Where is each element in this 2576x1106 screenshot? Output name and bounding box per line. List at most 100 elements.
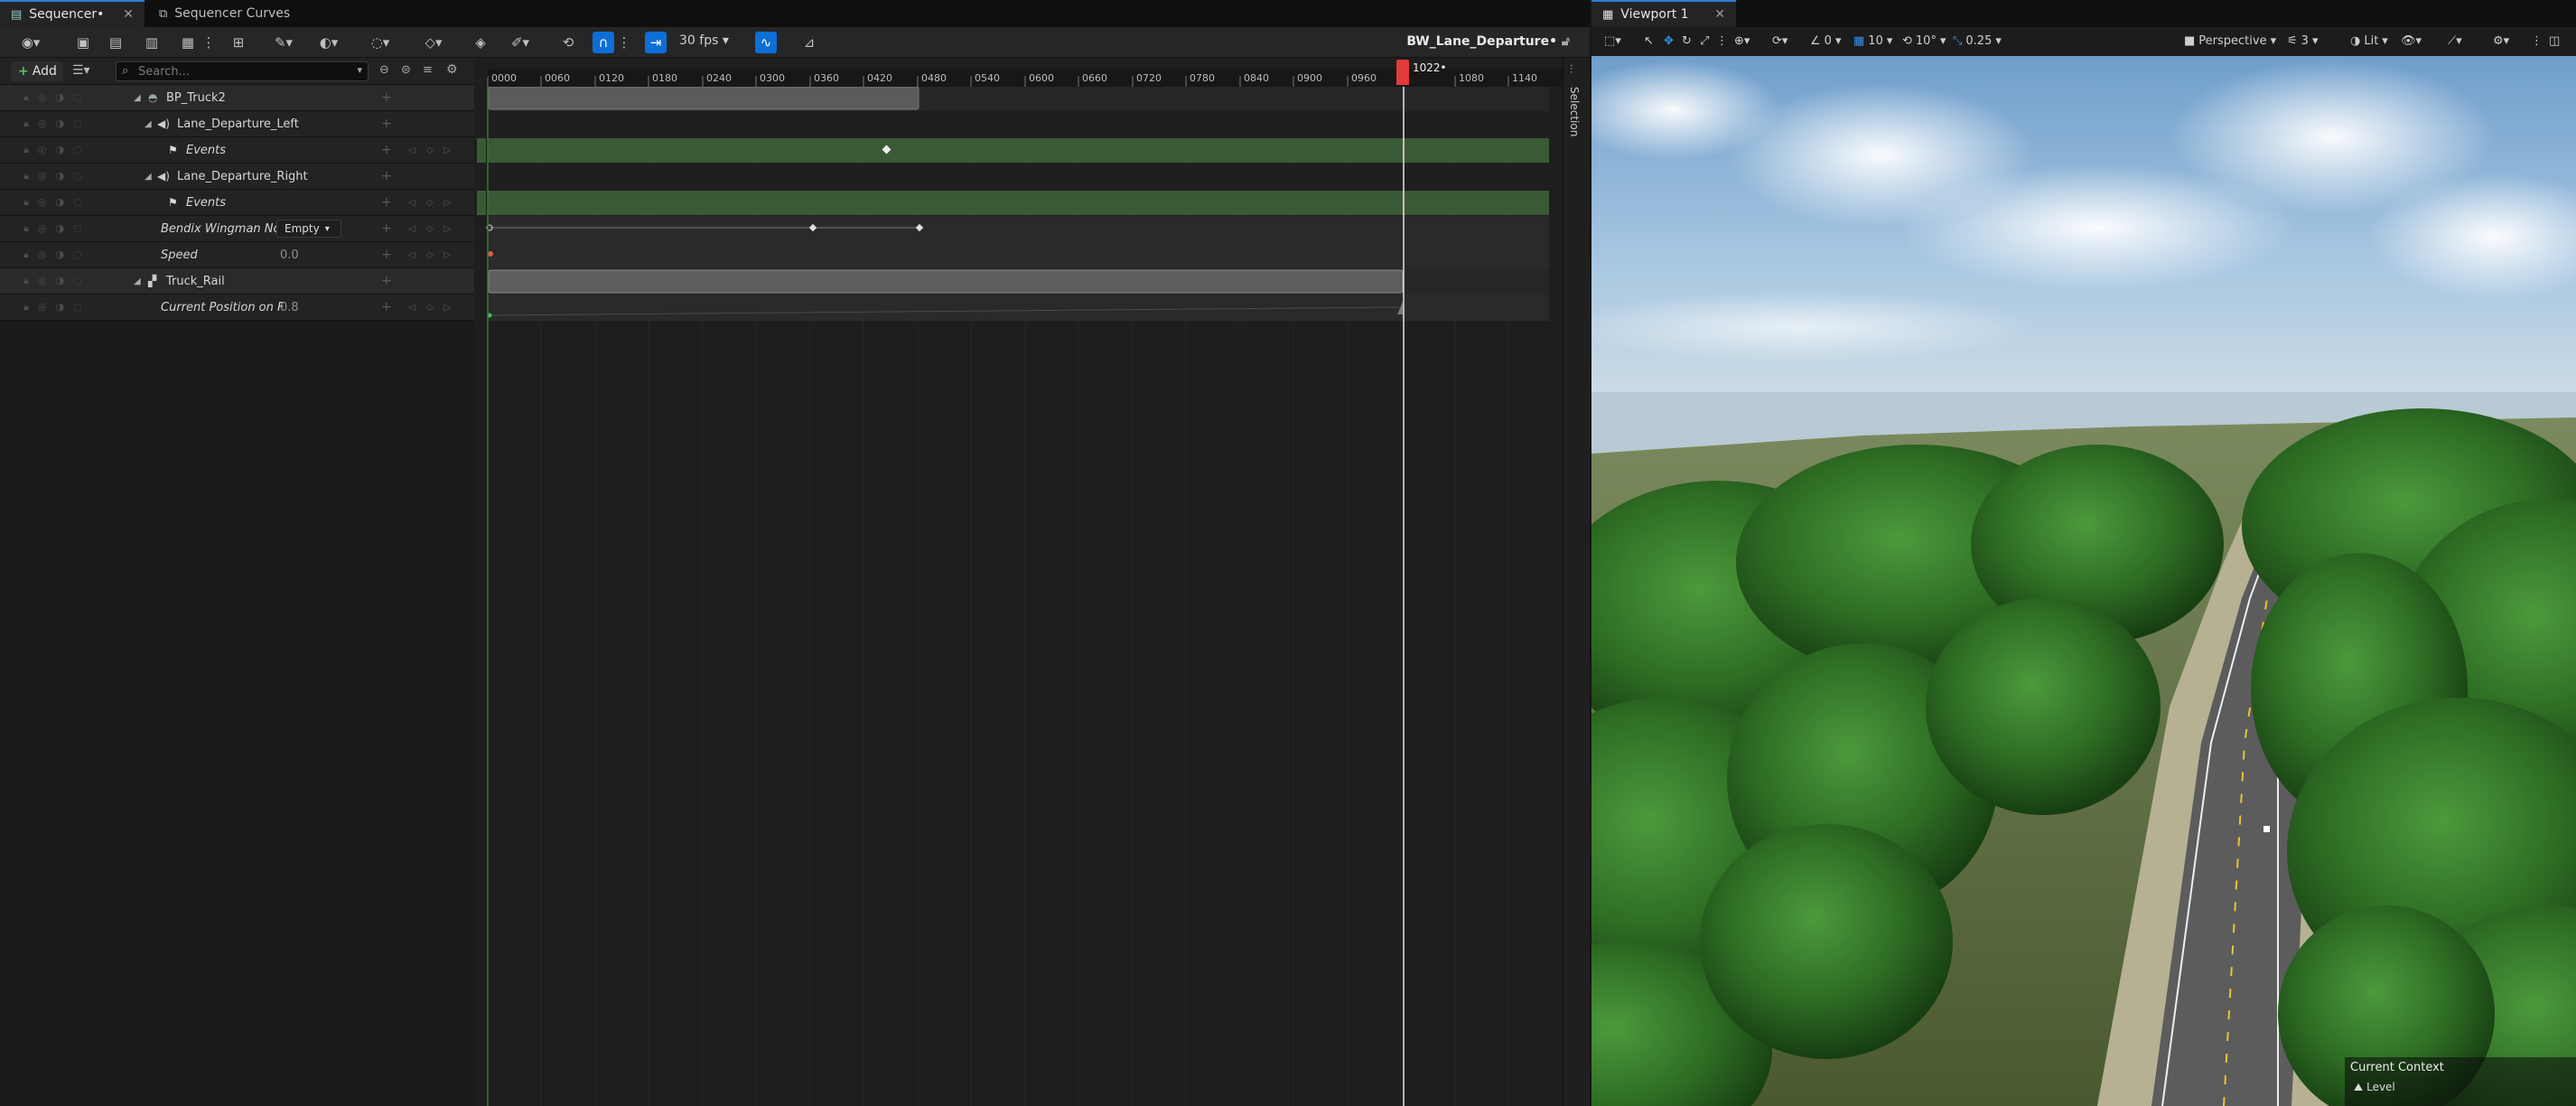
filter-icon[interactable]: ☰▾ bbox=[72, 63, 90, 78]
playhead-handle[interactable] bbox=[1396, 60, 1409, 85]
track-row-bp-truck2[interactable]: 🔒︎ ◎ ◑ ◌ ◢ ◓ BP_Truck2 + bbox=[0, 85, 474, 111]
row-controls[interactable]: 🔒︎ ◎ ◑ ◌ bbox=[23, 170, 82, 183]
sliders-icon[interactable]: ⫶ bbox=[1570, 63, 1573, 77]
key-nav[interactable]: ◁ ◇ ▷ bbox=[408, 145, 451, 155]
split-icon[interactable]: ◫ bbox=[2549, 34, 2560, 48]
key-nav[interactable]: ◁ ◇ ▷ bbox=[408, 198, 451, 208]
playback-icon[interactable]: ◌▾ bbox=[363, 32, 397, 53]
key-nav[interactable]: ◁ ◇ ▷ bbox=[408, 250, 451, 260]
row-controls[interactable]: 🔒︎ ◎ ◑ ◌ bbox=[23, 117, 82, 130]
viewport-scene[interactable] bbox=[1591, 56, 2576, 1106]
dopesheet-icon[interactable]: ⊿ bbox=[798, 32, 820, 53]
layout-icon[interactable]: ⋮ bbox=[2531, 34, 2543, 48]
search-input[interactable]: ⌕ Search... ▾ bbox=[116, 61, 369, 81]
track-row-current-position[interactable]: 🔒︎ ◎ ◑ ◌ Current Position on F 0.8 + ◁ ◇ ▷ bbox=[0, 295, 474, 321]
row-controls[interactable]: 🔒︎ ◎ ◑ ◌ bbox=[23, 301, 82, 314]
row-controls[interactable]: 🔒︎ ◎ ◑ ◌ bbox=[23, 196, 82, 209]
track-row-events-right[interactable]: 🔒︎ ◎ ◑ ◌ ⚑ Events + ◁ ◇ ▷ bbox=[0, 190, 474, 216]
speed-key[interactable] bbox=[488, 251, 493, 257]
add-key-icon[interactable]: + bbox=[381, 221, 392, 236]
rotate-icon[interactable]: ↻ bbox=[1682, 34, 1692, 48]
actions-icon[interactable]: ⊞ bbox=[228, 32, 249, 53]
collapse-arrow-icon[interactable]: ◢ bbox=[145, 172, 152, 182]
lock-icon[interactable]: 🔓︎ bbox=[1562, 34, 1570, 49]
context-level[interactable]: ⛰ Level bbox=[2354, 1081, 2395, 1094]
snap-icon[interactable]: ∩ bbox=[593, 32, 614, 53]
add-track-button[interactable]: + Add bbox=[11, 61, 63, 81]
row-controls[interactable]: 🔒︎ ◎ ◑ ◌ bbox=[23, 222, 82, 235]
settings-gear-icon[interactable]: ⚙▾ bbox=[2493, 34, 2509, 48]
key-icon[interactable]: ◇▾ bbox=[417, 32, 450, 53]
angle-snap[interactable]: ⟲ 10° ▾ bbox=[1902, 34, 1946, 48]
save-icon[interactable]: ▣ bbox=[72, 32, 94, 53]
track-row-lane-departure-left[interactable]: 🔒︎ ◎ ◑ ◌ ◢ ◀) Lane_Departure_Left + bbox=[0, 111, 474, 137]
show-icon[interactable]: 👁︎▾ bbox=[2401, 34, 2422, 48]
position-value[interactable]: 0.8 bbox=[280, 301, 299, 314]
row-controls[interactable]: 🔒︎ ◎ ◑ ◌ bbox=[23, 144, 82, 156]
close-icon[interactable]: ✕ bbox=[1714, 7, 1725, 22]
track-row-truck-rail[interactable]: 🔒︎ ◎ ◑ ◌ ◢ ▞ Truck_Rail + bbox=[0, 268, 474, 295]
view-icon[interactable]: ◐▾ bbox=[313, 32, 345, 53]
sequence-name[interactable]: BW_Lane_Departure• 🔓︎ bbox=[1406, 34, 1570, 49]
event-track-left[interactable] bbox=[488, 138, 1549, 163]
add-subtrack-icon[interactable]: + bbox=[381, 90, 392, 105]
tab-sequencer-curves[interactable]: ⧉ Sequencer Curves bbox=[148, 0, 311, 27]
track-row-bendix-wingman[interactable]: 🔒︎ ◎ ◑ ◌ Bendix Wingman Not Empty ▾ + ◁ ◇ ▷ bbox=[0, 216, 474, 242]
section-bp-truck2[interactable] bbox=[488, 86, 919, 110]
scale-icon[interactable]: ⤢ bbox=[1700, 34, 1709, 48]
section-truck-rail[interactable] bbox=[488, 269, 1404, 294]
auto-key-icon[interactable]: ◈ bbox=[470, 32, 491, 53]
key-nav[interactable]: ◁ ◇ ▷ bbox=[408, 224, 451, 234]
restore-state-icon[interactable]: ⟲ bbox=[556, 32, 580, 53]
performance-icon[interactable]: ⟋▾ bbox=[2448, 34, 2462, 48]
save-as-icon[interactable]: ▤ bbox=[105, 32, 126, 53]
collapse-arrow-icon[interactable]: ◢ bbox=[134, 93, 141, 103]
transform-menu-icon[interactable]: ⬚▾ bbox=[1604, 34, 1621, 48]
camera-speed[interactable]: ⚟ 3 ▾ bbox=[2287, 34, 2318, 48]
track-row-speed[interactable]: 🔒︎ ◎ ◑ ◌ Speed 0.0 + ◁ ◇ ▷ bbox=[0, 242, 474, 268]
perspective-dropdown[interactable]: ■ Perspective ▾ bbox=[2184, 34, 2276, 48]
rotation-snap[interactable]: ∠ 0 ▾ bbox=[1810, 34, 1841, 48]
track-row-events-left[interactable]: 🔒︎ ◎ ◑ ◌ ⚑ Events + ◁ ◇ ▷ bbox=[0, 137, 474, 164]
snap-menu-icon[interactable]: ⋮ bbox=[618, 32, 631, 53]
add-key-icon[interactable]: + bbox=[381, 195, 392, 210]
selection-tab[interactable]: Selection bbox=[1568, 87, 1581, 136]
settings-gear-icon[interactable]: ⚙ bbox=[446, 62, 458, 77]
add-key-icon[interactable]: + bbox=[381, 248, 392, 262]
fps-selector[interactable]: 30 fps ▾ bbox=[679, 33, 729, 48]
list-icon[interactable]: ≡ bbox=[423, 63, 433, 77]
grid-snap[interactable]: ▦ 10 ▾ bbox=[1853, 34, 1892, 48]
event-track-right[interactable] bbox=[488, 191, 1549, 215]
row-controls[interactable]: 🔒︎ ◎ ◑ ◌ bbox=[23, 91, 82, 104]
tab-sequencer[interactable]: ▤ Sequencer• ✕ bbox=[0, 0, 145, 27]
lit-dropdown[interactable]: ◑ Lit ▾ bbox=[2350, 34, 2388, 48]
curve-editor-icon[interactable]: ∿ bbox=[755, 32, 777, 53]
edit-icon[interactable]: ✎▾ bbox=[267, 32, 300, 53]
add-subtrack-icon[interactable]: + bbox=[381, 117, 392, 131]
close-icon[interactable]: ✕ bbox=[123, 7, 134, 22]
pencil-icon[interactable]: ✐▾ bbox=[504, 32, 537, 53]
select-icon[interactable]: ↖ bbox=[1644, 34, 1654, 48]
render-movie-icon[interactable]: ▦ bbox=[177, 32, 199, 53]
time-snap-icon[interactable]: ⇥ bbox=[645, 32, 667, 53]
collapse-icon[interactable]: ⊖ bbox=[379, 63, 389, 77]
collapse-arrow-icon[interactable]: ◢ bbox=[145, 119, 152, 129]
more-icon[interactable]: ⋮ bbox=[202, 32, 216, 53]
track-row-lane-departure-right[interactable]: 🔒︎ ◎ ◑ ◌ ◢ ◀) Lane_Departure_Right + bbox=[0, 164, 474, 190]
scale-snap[interactable]: ⤡ 0.25 ▾ bbox=[1953, 34, 2002, 48]
add-key-icon[interactable]: + bbox=[381, 143, 392, 157]
value-dropdown[interactable]: Empty ▾ bbox=[276, 220, 341, 238]
row-controls[interactable]: 🔒︎ ◎ ◑ ◌ bbox=[23, 275, 82, 287]
world-icon[interactable]: ◉▾ bbox=[13, 32, 49, 53]
find-in-content-icon[interactable]: ▥ bbox=[141, 32, 163, 53]
surface-snap-icon[interactable]: ⟳▾ bbox=[1772, 34, 1787, 48]
add-subtrack-icon[interactable]: + bbox=[381, 169, 392, 183]
world-local-icon[interactable]: ⊕▾ bbox=[1734, 34, 1750, 48]
timeline-area[interactable] bbox=[474, 58, 1563, 1106]
tab-viewport[interactable]: ▦ Viewport 1 ✕ bbox=[1591, 0, 1736, 27]
collapse-arrow-icon[interactable]: ◢ bbox=[134, 276, 141, 286]
add-key-icon[interactable]: + bbox=[381, 300, 392, 314]
row-controls[interactable]: 🔒︎ ◎ ◑ ◌ bbox=[23, 248, 82, 261]
more-icon[interactable]: ⋮ bbox=[1716, 34, 1728, 48]
key-nav[interactable]: ◁ ◇ ▷ bbox=[408, 303, 451, 313]
